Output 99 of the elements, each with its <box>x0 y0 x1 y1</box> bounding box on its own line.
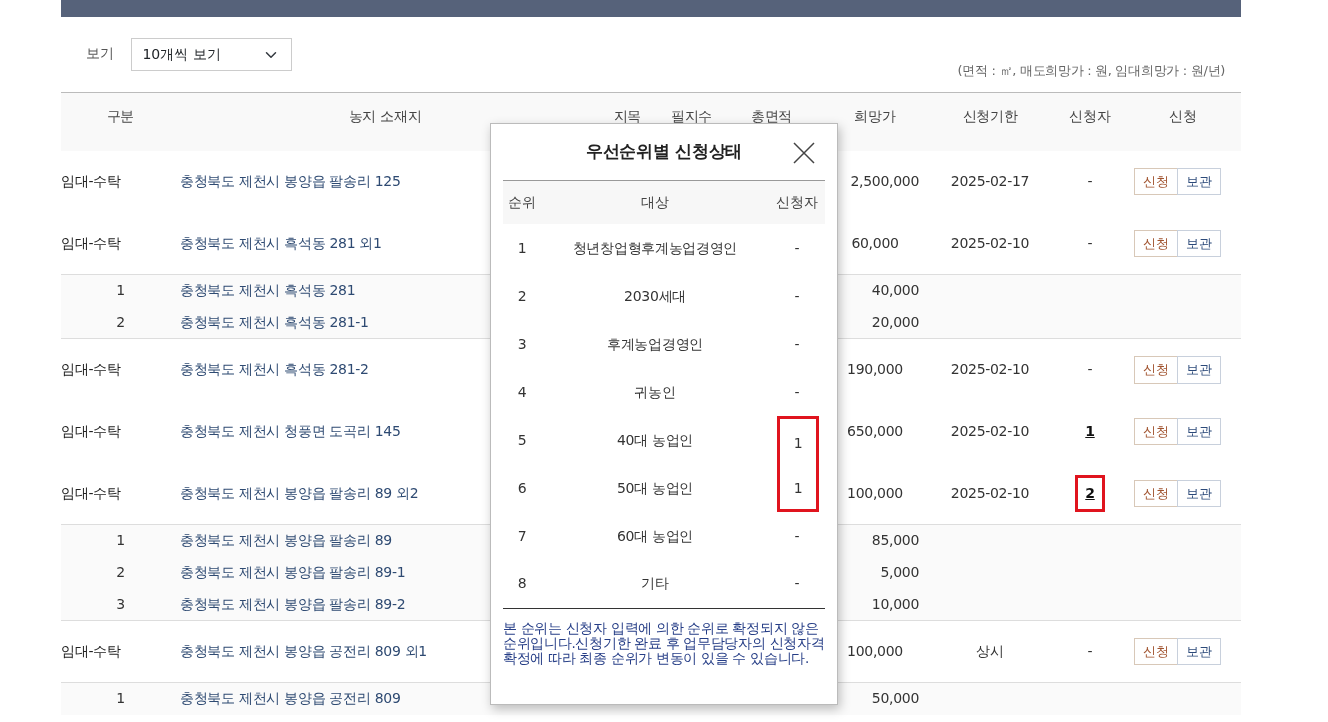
rank-cell: 4 <box>517 383 527 400</box>
column-header: 구분 <box>106 108 135 125</box>
save-button[interactable]: 보관 <box>1177 479 1221 507</box>
price-cell: 2,500,000 <box>850 173 919 189</box>
apply-button[interactable]: 신청 <box>1134 637 1178 666</box>
applicant-count: - <box>794 335 800 352</box>
apply-button[interactable]: 신청 <box>1134 229 1178 257</box>
rank-cell: 7 <box>517 527 527 544</box>
applicant-count: - <box>794 527 800 544</box>
price-cell: 5,000 <box>880 564 919 580</box>
location-link[interactable]: 충청북도 제천시 흑석동 281 <box>180 282 356 299</box>
save-button[interactable]: 보관 <box>1177 417 1221 446</box>
column-header: 대상 <box>641 194 669 210</box>
apply-button[interactable]: 신청 <box>1134 167 1178 196</box>
parcel-index: 2 <box>116 313 125 330</box>
target-cell: 후계농업경영인 <box>607 335 703 352</box>
price-cell: 60,000 <box>851 234 899 251</box>
rank-cell: 2 <box>517 287 527 304</box>
save-button[interactable]: 보관 <box>1177 167 1221 196</box>
location-link[interactable]: 충청북도 제천시 봉양읍 팔송리 89 <box>180 532 392 549</box>
location-link[interactable]: 충청북도 제천시 청풍면 도곡리 145 <box>180 423 401 439</box>
column-header: 희망가 <box>854 108 896 125</box>
deadline-cell: 2025-02-17 <box>950 173 1030 189</box>
column-header: 신청자 <box>776 194 818 210</box>
apply-button[interactable]: 신청 <box>1134 479 1178 507</box>
save-button[interactable]: 보관 <box>1177 356 1221 384</box>
type-cell: 임대-수탁 <box>61 484 121 501</box>
deadline-cell: 2025-02-10 <box>950 361 1030 378</box>
applicant-count: - <box>794 575 800 592</box>
target-cell: 2030세대 <box>624 287 686 304</box>
location-link[interactable]: 충청북도 제천시 흑석동 281 외1 <box>180 234 382 251</box>
price-cell: 40,000 <box>871 282 919 299</box>
applicant-count: - <box>1086 172 1094 191</box>
column-header: 농지 소재지 <box>348 108 422 125</box>
applicant-count: - <box>1086 642 1094 661</box>
highlight-box: 1 <box>777 416 819 464</box>
deadline-cell: 2025-02-10 <box>950 484 1030 501</box>
column-header: 총면적 <box>750 108 793 125</box>
rank-cell: 6 <box>517 479 527 496</box>
parcel-index: 3 <box>116 595 125 612</box>
price-cell: 20,000 <box>871 313 919 330</box>
close-icon[interactable] <box>793 142 815 164</box>
column-header: 순위 <box>508 194 536 210</box>
apply-button[interactable]: 신청 <box>1134 417 1178 446</box>
price-cell: 650,000 <box>847 423 903 439</box>
parcel-index: 2 <box>116 564 125 580</box>
column-header: 신청기한 <box>962 108 1018 125</box>
rank-cell: 3 <box>517 335 527 352</box>
deadline-cell: 상시 <box>976 643 1004 659</box>
location-link[interactable]: 충청북도 제천시 흑석동 281-2 <box>180 361 369 378</box>
deadline-cell: 2025-02-10 <box>950 423 1030 439</box>
price-cell: 50,000 <box>871 690 919 707</box>
type-cell: 임대-수탁 <box>61 423 121 439</box>
view-label: 보기 <box>86 44 114 63</box>
price-cell: 190,000 <box>847 361 903 378</box>
target-cell: 귀농인 <box>634 383 676 400</box>
parcel-index: 1 <box>116 690 125 707</box>
price-cell: 10,000 <box>871 595 919 612</box>
target-cell: 기타 <box>641 575 669 592</box>
page-size-select[interactable]: 10개씩 보기 <box>131 38 293 71</box>
dialog-title: 우선순위별 신청상태 <box>586 140 742 164</box>
type-cell: 임대-수탁 <box>61 173 121 189</box>
applicant-count: - <box>794 239 800 256</box>
location-link[interactable]: 충청북도 제천시 봉양읍 팔송리 125 <box>180 173 401 189</box>
target-cell: 청년창업형후계농업경영인 <box>572 239 738 256</box>
parcel-index: 1 <box>116 532 125 549</box>
type-cell: 임대-수탁 <box>61 643 121 659</box>
column-header: 필지수 <box>670 108 713 125</box>
rank-cell: 8 <box>517 575 527 592</box>
highlight-box: 1 <box>777 464 819 512</box>
parcel-index: 1 <box>116 282 125 299</box>
rank-cell: 1 <box>517 239 527 256</box>
column-header: 신청자 <box>1069 108 1111 125</box>
price-cell: 85,000 <box>871 532 919 549</box>
price-cell: 100,000 <box>847 484 903 501</box>
applicant-count: - <box>1086 233 1094 253</box>
applicant-count-link[interactable]: 2 <box>1075 474 1105 512</box>
location-link[interactable]: 충청북도 제천시 봉양읍 공전리 809 외1 <box>180 643 427 659</box>
type-cell: 임대-수탁 <box>61 234 121 251</box>
applicant-count-link[interactable]: 1 <box>1077 415 1103 448</box>
save-button[interactable]: 보관 <box>1177 229 1221 257</box>
column-header: 신청 <box>1169 108 1197 125</box>
notice-text: 본 순위는 신청자 입력에 의한 순위로 확정되지 않은 순위입니다.신청기한 완료 후 업무담당자의 신청자격 확정에 따라 최종 순위가 변동이 있을 수 있습니다. <box>503 620 825 666</box>
deadline-cell: 2025-02-10 <box>950 234 1030 251</box>
location-link[interactable]: 충청북도 제천시 봉양읍 팔송리 89 외2 <box>180 484 419 501</box>
save-button[interactable]: 보관 <box>1177 637 1221 666</box>
target-cell: 40대 농업인 <box>616 431 694 448</box>
applicant-count: - <box>794 287 800 304</box>
location-link[interactable]: 충청북도 제천시 봉양읍 팔송리 89-1 <box>180 564 406 580</box>
target-cell: 50대 농업인 <box>616 479 694 496</box>
unit-note: (면적 : ㎡, 매도희망가 : 원, 임대희망가 : 원/년) <box>957 62 1225 80</box>
rank-cell: 5 <box>517 431 527 448</box>
column-header: 지목 <box>613 108 642 125</box>
apply-button[interactable]: 신청 <box>1134 356 1178 384</box>
price-cell: 100,000 <box>847 643 903 659</box>
target-cell: 60대 농업인 <box>616 527 694 544</box>
type-cell: 임대-수탁 <box>61 361 121 378</box>
applicant-count: - <box>1086 360 1094 380</box>
applicant-count: - <box>794 383 800 400</box>
